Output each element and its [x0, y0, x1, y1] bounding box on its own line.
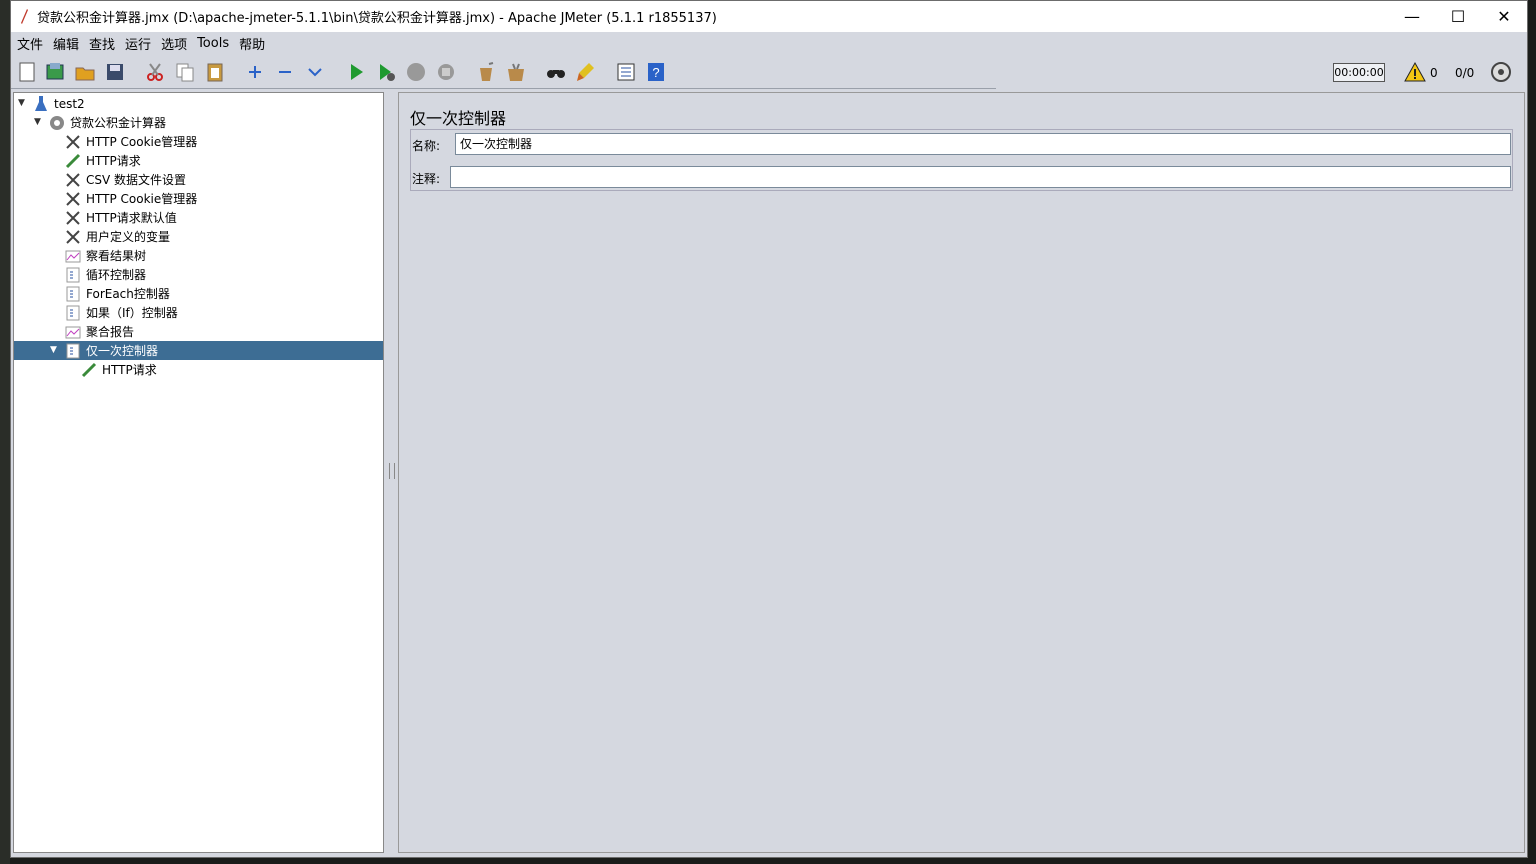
save-icon[interactable]: [103, 60, 127, 84]
menu-search[interactable]: 查找: [85, 34, 119, 53]
collapse-icon[interactable]: [273, 60, 297, 84]
config-element-icon: [64, 133, 82, 151]
start-no-pause-icon[interactable]: [374, 60, 398, 84]
maximize-button[interactable]: ☐: [1435, 1, 1481, 32]
minimize-button[interactable]: —: [1389, 1, 1435, 32]
warning-count: 0: [1430, 66, 1438, 80]
collapse-arrow-icon[interactable]: ▼: [34, 117, 44, 127]
menu-bar: 文件 编辑 查找 运行 选项 Tools 帮助: [11, 32, 1527, 54]
collapse-arrow-icon[interactable]: ▼: [18, 98, 28, 108]
name-comment-panel: 名称: 仅一次控制器 注释:: [410, 129, 1513, 191]
collapse-arrow-icon[interactable]: ▼: [50, 345, 60, 355]
active-threads: 0/0: [1455, 66, 1475, 80]
editor-heading: 仅一次控制器: [410, 109, 507, 128]
element-editor: 仅一次控制器 名称: 仅一次控制器 注释:: [398, 92, 1525, 853]
listener-icon: [64, 247, 82, 265]
tree-node-http-request[interactable]: HTTP请求: [64, 151, 141, 170]
name-field[interactable]: 仅一次控制器: [455, 133, 1511, 155]
tree-node-foreach-controller[interactable]: ForEach控制器: [64, 284, 170, 303]
tree-node-test-plan[interactable]: ▼ test2: [18, 94, 85, 113]
tree-node-cookie-manager-2[interactable]: HTTP Cookie管理器: [64, 189, 197, 208]
stop-icon[interactable]: [404, 60, 428, 84]
tree-node-cookie-manager[interactable]: HTTP Cookie管理器: [64, 132, 197, 151]
svg-text:?: ?: [652, 65, 659, 80]
paste-icon[interactable]: [203, 60, 227, 84]
elapsed-timer: 00:00:00: [1333, 63, 1385, 82]
clear-icon[interactable]: [474, 60, 498, 84]
tree-node-loop-controller[interactable]: 循环控制器: [64, 265, 146, 284]
help-icon[interactable]: ?: [644, 60, 668, 84]
warning-icon[interactable]: [1403, 60, 1427, 84]
title-bar: 贷款公积金计算器.jmx (D:\apache-jmeter-5.1.1\bin…: [11, 1, 1527, 32]
cut-icon[interactable]: [143, 60, 167, 84]
sampler-icon: [80, 361, 98, 379]
jmeter-window: 贷款公积金计算器.jmx (D:\apache-jmeter-5.1.1\bin…: [10, 0, 1528, 858]
reset-search-icon[interactable]: [574, 60, 598, 84]
tree-node-http-defaults[interactable]: HTTP请求默认值: [64, 208, 177, 227]
new-icon[interactable]: [15, 60, 39, 84]
close-button[interactable]: ✕: [1481, 1, 1527, 32]
menu-run[interactable]: 运行: [121, 34, 155, 53]
sampler-icon: [64, 152, 82, 170]
open-icon[interactable]: [73, 60, 97, 84]
test-plan-icon: [32, 95, 50, 113]
clear-all-icon[interactable]: [504, 60, 528, 84]
tree-node-thread-group[interactable]: ▼ 贷款公积金计算器: [34, 113, 166, 132]
name-label: 名称:: [412, 139, 441, 153]
toolbar: ? 00:00:00 0 0/0: [11, 56, 1527, 89]
search-icon[interactable]: [544, 60, 568, 84]
toggle-icon[interactable]: [303, 60, 327, 84]
menu-tools[interactable]: Tools: [193, 36, 233, 51]
thread-group-icon: [48, 114, 66, 132]
config-element-icon: [64, 190, 82, 208]
tree-node-results-tree[interactable]: 察看结果树: [64, 246, 146, 265]
tree-node-user-variables[interactable]: 用户定义的变量: [64, 227, 170, 246]
function-helper-icon[interactable]: [614, 60, 638, 84]
controller-icon: [64, 342, 82, 360]
tree-node-http-request-2[interactable]: HTTP请求: [80, 360, 157, 379]
expand-icon[interactable]: [243, 60, 267, 84]
toolbar-divider: [11, 88, 996, 89]
controller-icon: [64, 304, 82, 322]
controller-icon: [64, 285, 82, 303]
menu-file[interactable]: 文件: [13, 34, 47, 53]
desktop-edge: [0, 0, 10, 864]
templates-icon[interactable]: [43, 60, 67, 84]
menu-options[interactable]: 选项: [157, 34, 191, 53]
comment-field[interactable]: [450, 166, 1511, 188]
config-element-icon: [64, 209, 82, 227]
tree-node-aggregate-report[interactable]: 聚合报告: [64, 322, 134, 341]
copy-icon[interactable]: [173, 60, 197, 84]
menu-help[interactable]: 帮助: [235, 34, 269, 53]
listener-icon: [64, 323, 82, 341]
tree-node-csv-data-set[interactable]: CSV 数据文件设置: [64, 170, 186, 189]
remote-icon[interactable]: [1489, 60, 1513, 84]
config-element-icon: [64, 171, 82, 189]
menu-edit[interactable]: 编辑: [49, 34, 83, 53]
jmeter-feather-icon: [21, 8, 28, 24]
comment-label: 注释:: [412, 172, 441, 186]
controller-icon: [64, 266, 82, 284]
tree-node-once-only-controller[interactable]: ▼ 仅一次控制器: [14, 341, 383, 360]
divider-grip-icon[interactable]: [389, 463, 395, 479]
window-title: 贷款公积金计算器.jmx (D:\apache-jmeter-5.1.1\bin…: [37, 11, 717, 26]
shutdown-icon[interactable]: [434, 60, 458, 84]
start-icon[interactable]: [344, 60, 368, 84]
config-element-icon: [64, 228, 82, 246]
test-plan-tree: ▼ test2 ▼ 贷款公积金计算器 HTTP Cookie管理器 HTTP请求…: [13, 92, 384, 853]
tree-node-if-controller[interactable]: 如果（If）控制器: [64, 303, 178, 322]
